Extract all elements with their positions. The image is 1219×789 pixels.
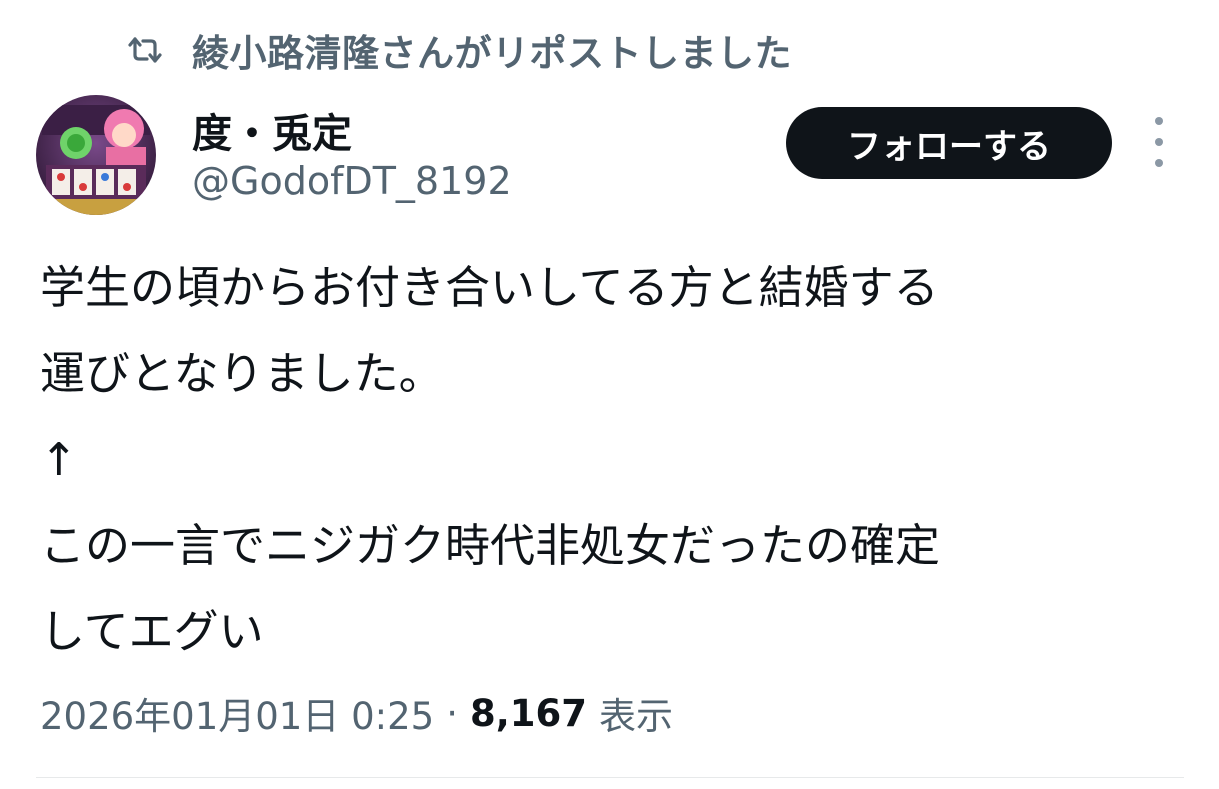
more-dot bbox=[1155, 159, 1163, 167]
tweet-line: 学生の頃からお付き合いしてる方と結婚する bbox=[40, 261, 939, 314]
tweet-datetime[interactable]: 2026年01月01日 0:25 bbox=[40, 686, 434, 740]
follow-button[interactable]: フォローする bbox=[786, 107, 1112, 179]
repost-label: 綾小路清隆さんがリポストしました bbox=[192, 32, 792, 75]
views-count[interactable]: 8,167 bbox=[470, 692, 587, 735]
views-label: 表示 bbox=[599, 695, 673, 738]
more-dot bbox=[1155, 117, 1163, 125]
author-handle[interactable]: @GodofDT_8192 bbox=[192, 159, 512, 203]
tweet-line: この一言でニジガク時代非処女だったの確定 bbox=[40, 519, 941, 572]
tweet-line: 運びとなりました。 bbox=[40, 347, 444, 400]
tweet-line: ↑ bbox=[40, 433, 78, 486]
avatar[interactable] bbox=[36, 95, 156, 215]
tweet-line: してエグい bbox=[40, 605, 264, 658]
more-vertical-icon[interactable] bbox=[1144, 117, 1174, 167]
meta-separator: · bbox=[446, 691, 458, 735]
more-dot bbox=[1155, 138, 1163, 146]
repost-indicator[interactable]: 綾小路清隆さんがリポストしました bbox=[128, 22, 792, 78]
tweet-header: 度・兎定 @GodofDT_8192 フォローする bbox=[36, 95, 1186, 215]
divider bbox=[36, 777, 1184, 778]
tweet-body: 学生の頃からお付き合いしてる方と結婚する 運びとなりました。 ↑ この一言でニジ… bbox=[40, 245, 1200, 675]
author-display-name[interactable]: 度・兎定 bbox=[192, 101, 352, 159]
tweet-meta: 2026年01月01日 0:25 · 8,167 表示 bbox=[40, 686, 673, 740]
repost-icon bbox=[128, 33, 162, 67]
